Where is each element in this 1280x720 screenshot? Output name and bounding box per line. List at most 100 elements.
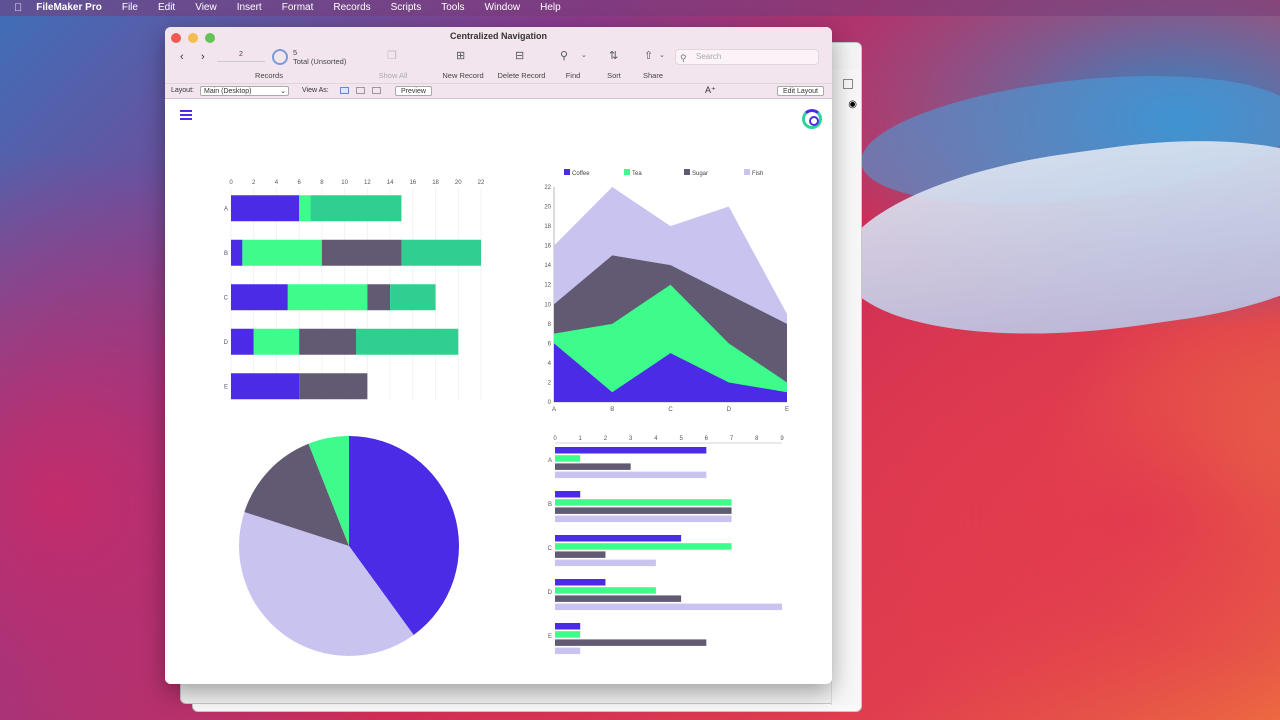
found-set-pie-icon [272, 49, 288, 65]
stacked-bar-segment [231, 373, 300, 400]
grouped-bar [555, 595, 682, 602]
x-tick-label: 20 [455, 180, 462, 186]
menu-edit[interactable]: Edit [158, 0, 175, 16]
y-tick-label: 0 [548, 400, 552, 406]
sort-icon[interactable]: ⇅ [609, 49, 618, 62]
found-count: 5 [293, 48, 298, 57]
layout-value: Main (Desktop) [204, 88, 252, 95]
category-label: D [224, 340, 229, 346]
side-panel [831, 69, 861, 705]
y-tick-label: 6 [548, 341, 552, 347]
x-tick-label: B [610, 407, 614, 413]
grouped-bar [555, 455, 581, 462]
share-icon[interactable]: ⇧ [644, 49, 653, 62]
charts-canvas: 0 2 4 6 8 10 12 14 16 18 20 22ABCDE0246810121416182… [224, 169, 789, 656]
quick-find-field[interactable]: ⚲ Search [675, 49, 819, 65]
x-tick-label: 12 [364, 180, 371, 186]
stacked-bar-segment [242, 239, 322, 266]
x-tick-label: 4 [275, 180, 279, 186]
layout-label: Layout: [171, 87, 194, 94]
panel-toggle-icon[interactable] [843, 79, 853, 89]
share-dropdown-icon[interactable]: ⌄ [659, 51, 665, 59]
x-tick-label: 9 [780, 436, 784, 442]
record-number[interactable]: 2 [217, 51, 265, 62]
stacked-bar-segment [401, 239, 481, 266]
record-slider[interactable]: 2 [217, 49, 265, 65]
menu-format[interactable]: Format [282, 0, 314, 16]
menu-bar:  FileMaker Pro File Edit View Insert Fo… [0, 0, 1280, 16]
next-record-button[interactable]: › [201, 51, 205, 63]
menu-help[interactable]: Help [540, 0, 561, 16]
x-tick-label: 5 [679, 436, 683, 442]
formatting-bar-icon[interactable]: A⁺ [705, 85, 716, 96]
form-view-icon[interactable] [340, 87, 349, 94]
main-window: Centralized Navigation ‹ › 2 5 Total (Un… [165, 27, 832, 684]
record-count: 5 Total (Unsorted) [293, 48, 346, 66]
x-tick-label: D [727, 407, 732, 413]
search-icon: ⚲ [680, 53, 687, 63]
find-dropdown-icon[interactable]: ⌄ [581, 51, 587, 59]
x-tick-label: 0 [553, 436, 557, 442]
x-tick-label: 6 [298, 180, 302, 186]
y-tick-label: 2 [548, 380, 552, 386]
grouped-bar [555, 603, 782, 611]
previous-record-button[interactable]: ‹ [180, 51, 184, 63]
apple-menu-icon[interactable]:  [14, 0, 22, 16]
grouped-bar [555, 499, 732, 506]
grouped-bar [555, 639, 707, 646]
x-tick-label: E [785, 407, 789, 413]
new-record-icon[interactable]: ⊞ [456, 49, 465, 62]
x-tick-label: 0 [229, 180, 233, 186]
title-bar: Centralized Navigation ‹ › 2 5 Total (Un… [165, 27, 832, 84]
stacked-bar-segment [356, 328, 459, 355]
x-tick-label: 3 [629, 436, 633, 442]
edit-layout-button[interactable]: Edit Layout [776, 86, 824, 96]
stacked-bar-segment [299, 195, 311, 222]
x-tick-label: A [552, 407, 556, 413]
menu-scripts[interactable]: Scripts [391, 0, 422, 16]
menu-window[interactable]: Window [485, 0, 521, 16]
x-tick-label: 22 [478, 180, 485, 186]
show-all-icon[interactable]: ❐ [387, 49, 397, 62]
menu-tools[interactable]: Tools [441, 0, 464, 16]
delete-record-button[interactable]: Delete Record [494, 71, 549, 80]
find-button[interactable]: Find [561, 71, 585, 80]
delete-record-icon[interactable]: ⊟ [515, 49, 524, 62]
stacked-bar-segment [231, 284, 288, 311]
y-tick-label: 12 [544, 283, 551, 289]
stacked-bar-segment [321, 239, 402, 266]
grouped-bar [555, 631, 581, 638]
legend-swatch [564, 169, 570, 175]
grouped-bar [555, 587, 656, 594]
preview-button[interactable]: Preview [395, 86, 432, 96]
y-tick-label: 8 [548, 322, 552, 328]
stacked-bar-segment [367, 284, 391, 311]
x-tick-label: 4 [654, 436, 658, 442]
layout-select[interactable]: Main (Desktop) ⌄ [200, 86, 289, 96]
category-label: E [224, 384, 228, 390]
menu-records[interactable]: Records [333, 0, 370, 16]
menu-view[interactable]: View [195, 0, 217, 16]
layout-content: 0 2 4 6 8 10 12 14 16 18 20 22 A B C D E 0 2 4 6 8 10 12 14 16 18 2… [165, 100, 832, 684]
list-view-icon[interactable] [356, 87, 365, 94]
legend-label: Fish [752, 171, 763, 177]
eye-icon[interactable]: ◉ [848, 99, 857, 110]
table-view-icon[interactable] [372, 87, 381, 94]
x-tick-label: 2 [604, 436, 608, 442]
new-record-button[interactable]: New Record [439, 71, 487, 80]
legend-swatch [684, 169, 690, 175]
legend-swatch [744, 169, 750, 175]
grouped-bar [555, 623, 581, 630]
share-button[interactable]: Share [639, 71, 667, 80]
menu-insert[interactable]: Insert [237, 0, 262, 16]
category-label: C [224, 295, 229, 301]
window-title: Centralized Navigation [449, 31, 548, 41]
grouped-bar [555, 463, 631, 470]
layout-bar: Layout: Main (Desktop) ⌄ View As: Previe… [165, 84, 832, 99]
chevron-down-icon: ⌄ [280, 88, 286, 95]
show-all-button[interactable]: Show All [371, 71, 415, 80]
menu-app[interactable]: FileMaker Pro [36, 0, 102, 16]
sort-button[interactable]: Sort [602, 71, 626, 80]
find-icon[interactable]: ⚲ [560, 49, 568, 62]
menu-file[interactable]: File [122, 0, 138, 16]
